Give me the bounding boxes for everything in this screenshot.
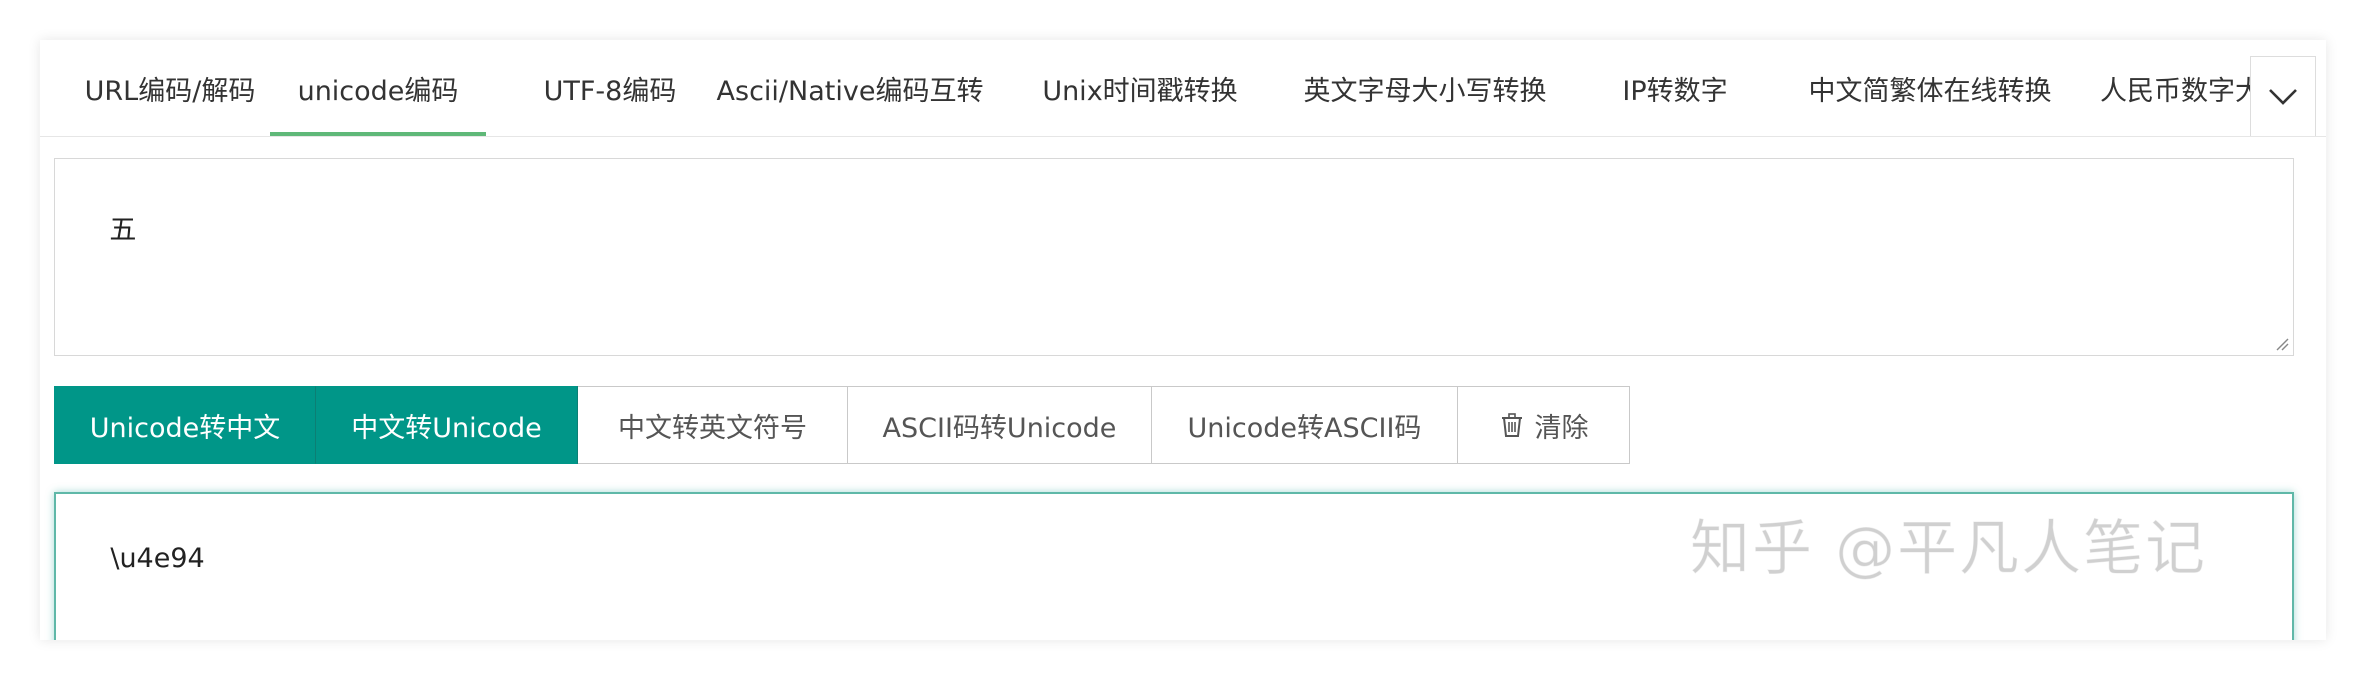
tab-label: URL编码/解码 [84, 75, 256, 107]
tab-label: Ascii/Native编码互转 [716, 75, 984, 107]
tab-more-dropdown[interactable] [2250, 56, 2316, 136]
resize-handle-icon[interactable] [2275, 337, 2289, 351]
tab-label: 英文字母大小写转换 [1303, 75, 1547, 107]
chinese-to-unicode-button[interactable]: 中文转Unicode [316, 386, 578, 464]
button-label: 中文转英文符号 [618, 412, 807, 444]
tab-label: IP转数字 [1622, 75, 1728, 107]
trash-icon [1499, 412, 1525, 438]
tab-label: 人民币数字大 [2100, 75, 2262, 107]
active-tab-indicator [270, 132, 486, 136]
watermark: 知乎 @平凡人笔记 [1689, 514, 2208, 585]
action-button-group: Unicode转中文 中文转Unicode 中文转英文符号 ASCII码转Uni… [54, 386, 1630, 464]
unicode-to-ascii-button[interactable]: Unicode转ASCII码 [1152, 386, 1458, 464]
unicode-to-chinese-button[interactable]: Unicode转中文 [54, 386, 316, 464]
tab-label: 中文简繁体在线转换 [1808, 75, 2052, 107]
tab-ip-to-number[interactable]: IP转数字 [1580, 40, 1770, 136]
chinese-to-english-symbols-button[interactable]: 中文转英文符号 [578, 386, 848, 464]
button-label: Unicode转中文 [89, 412, 281, 444]
clear-button[interactable]: 清除 [1458, 386, 1630, 464]
button-label: ASCII码转Unicode [882, 412, 1117, 444]
tab-bar: URL编码/解码 unicode编码 UTF-8编码 Ascii/Native编… [40, 40, 2326, 137]
tab-label: Unix时间戳转换 [1042, 75, 1238, 107]
tab-ascii-native[interactable]: Ascii/Native编码互转 [700, 40, 1000, 136]
chevron-down-icon [2269, 89, 2297, 105]
button-label: 中文转Unicode [351, 412, 542, 444]
tab-utf8-encode[interactable]: UTF-8编码 [510, 40, 710, 136]
button-label: Unicode转ASCII码 [1187, 412, 1422, 444]
tab-label: unicode编码 [297, 75, 459, 107]
button-label: 清除 [1534, 412, 1589, 444]
tab-chinese-simplified-traditional[interactable]: 中文简繁体在线转换 [1780, 40, 2080, 136]
source-text-input[interactable]: 五 [54, 158, 2294, 356]
source-text-value: 五 [109, 215, 137, 246]
tab-letter-case[interactable]: 英文字母大小写转换 [1280, 40, 1570, 136]
tab-label: UTF-8编码 [543, 75, 677, 107]
tab-unix-timestamp[interactable]: Unix时间戳转换 [1020, 40, 1260, 136]
result-text-value: \u4e94 [110, 543, 205, 574]
ascii-to-unicode-button[interactable]: ASCII码转Unicode [848, 386, 1152, 464]
tab-url-encode[interactable]: URL编码/解码 [60, 40, 280, 136]
tab-unicode-encode[interactable]: unicode编码 [270, 40, 486, 136]
